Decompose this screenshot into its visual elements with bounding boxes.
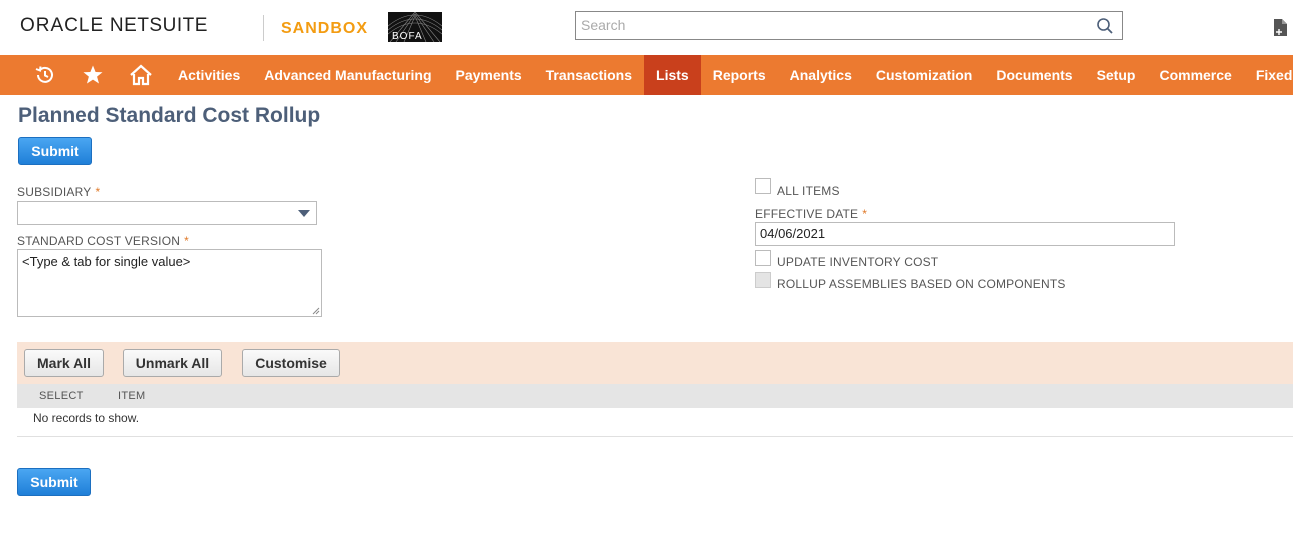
sublist-divider xyxy=(17,436,1293,437)
sublist-header xyxy=(17,384,1293,408)
resize-handle-icon[interactable] xyxy=(312,307,320,315)
nav-reports[interactable]: Reports xyxy=(701,55,778,95)
std-cost-version-value: <Type & tab for single value> xyxy=(22,254,191,269)
std-cost-version-input[interactable]: <Type & tab for single value> xyxy=(17,249,322,317)
global-search[interactable] xyxy=(575,11,1123,40)
dropdown-arrow-icon[interactable] xyxy=(298,210,310,217)
document-icon[interactable] xyxy=(1272,18,1290,38)
nav-customization[interactable]: Customization xyxy=(864,55,984,95)
unmark-all-button[interactable]: Unmark All xyxy=(123,349,222,377)
column-item[interactable]: ITEM xyxy=(118,390,145,402)
nav-analytics[interactable]: Analytics xyxy=(778,55,864,95)
required-mark: * xyxy=(184,234,189,248)
nav-lists[interactable]: Lists xyxy=(644,55,701,95)
submit-button-top[interactable]: Submit xyxy=(18,137,92,165)
header: ORACLE NETSUITE SANDBOX BOFA xyxy=(0,0,1293,55)
required-mark: * xyxy=(95,185,101,199)
favorites-star-icon[interactable] xyxy=(73,55,113,95)
nav-commerce[interactable]: Commerce xyxy=(1147,55,1243,95)
nav-documents[interactable]: Documents xyxy=(984,55,1084,95)
effective-date-label: EFFECTIVE DATE * xyxy=(755,207,867,221)
account-logo-text: BOFA xyxy=(392,31,423,42)
effective-date-input[interactable]: 04/06/2021 xyxy=(755,222,1175,246)
mark-all-button[interactable]: Mark All xyxy=(24,349,104,377)
required-mark: * xyxy=(862,207,868,221)
subsidiary-label: SUBSIDIARY * xyxy=(17,185,100,199)
nav-advanced-manufacturing[interactable]: Advanced Manufacturing xyxy=(252,55,443,95)
oracle-netsuite-logo[interactable]: ORACLE NETSUITE xyxy=(20,15,208,37)
rollup-assemblies-checkbox xyxy=(755,272,771,288)
header-divider xyxy=(263,15,264,41)
std-cost-version-label: STANDARD COST VERSION * xyxy=(17,234,189,248)
recent-records-icon[interactable] xyxy=(25,55,65,95)
logo-product: NETSUITE xyxy=(109,15,208,36)
main-navigation: Activities Advanced Manufacturing Paymen… xyxy=(0,55,1293,95)
search-input[interactable] xyxy=(576,12,1086,38)
logo-brand: ORACLE xyxy=(20,15,105,36)
nav-menu: Activities Advanced Manufacturing Paymen… xyxy=(166,55,1293,95)
nav-transactions[interactable]: Transactions xyxy=(534,55,644,95)
home-icon[interactable] xyxy=(121,55,161,95)
nav-payments[interactable]: Payments xyxy=(444,55,534,95)
update-inventory-cost-checkbox[interactable] xyxy=(755,250,771,266)
all-items-checkbox[interactable] xyxy=(755,178,771,194)
account-logo: BOFA xyxy=(388,12,442,42)
subsidiary-label-text: SUBSIDIARY xyxy=(17,185,92,199)
nav-activities[interactable]: Activities xyxy=(166,55,252,95)
search-icon[interactable] xyxy=(1096,17,1114,35)
column-select[interactable]: SELECT xyxy=(39,390,84,402)
subsidiary-select[interactable] xyxy=(17,201,317,225)
environment-badge: SANDBOX xyxy=(281,20,369,37)
update-inventory-cost-label: UPDATE INVENTORY COST xyxy=(777,255,939,269)
nav-fixed[interactable]: Fixed xyxy=(1244,55,1293,95)
effective-date-label-text: EFFECTIVE DATE xyxy=(755,207,859,221)
std-cost-version-label-text: STANDARD COST VERSION xyxy=(17,234,181,248)
customise-button[interactable]: Customise xyxy=(242,349,340,377)
nav-setup[interactable]: Setup xyxy=(1085,55,1148,95)
empty-message: No records to show. xyxy=(33,411,140,425)
rollup-assemblies-label: ROLLUP ASSEMBLIES BASED ON COMPONENTS xyxy=(777,277,1066,291)
all-items-label: ALL ITEMS xyxy=(777,184,840,198)
page-title: Planned Standard Cost Rollup xyxy=(18,104,321,127)
submit-button-bottom[interactable]: Submit xyxy=(17,468,91,496)
